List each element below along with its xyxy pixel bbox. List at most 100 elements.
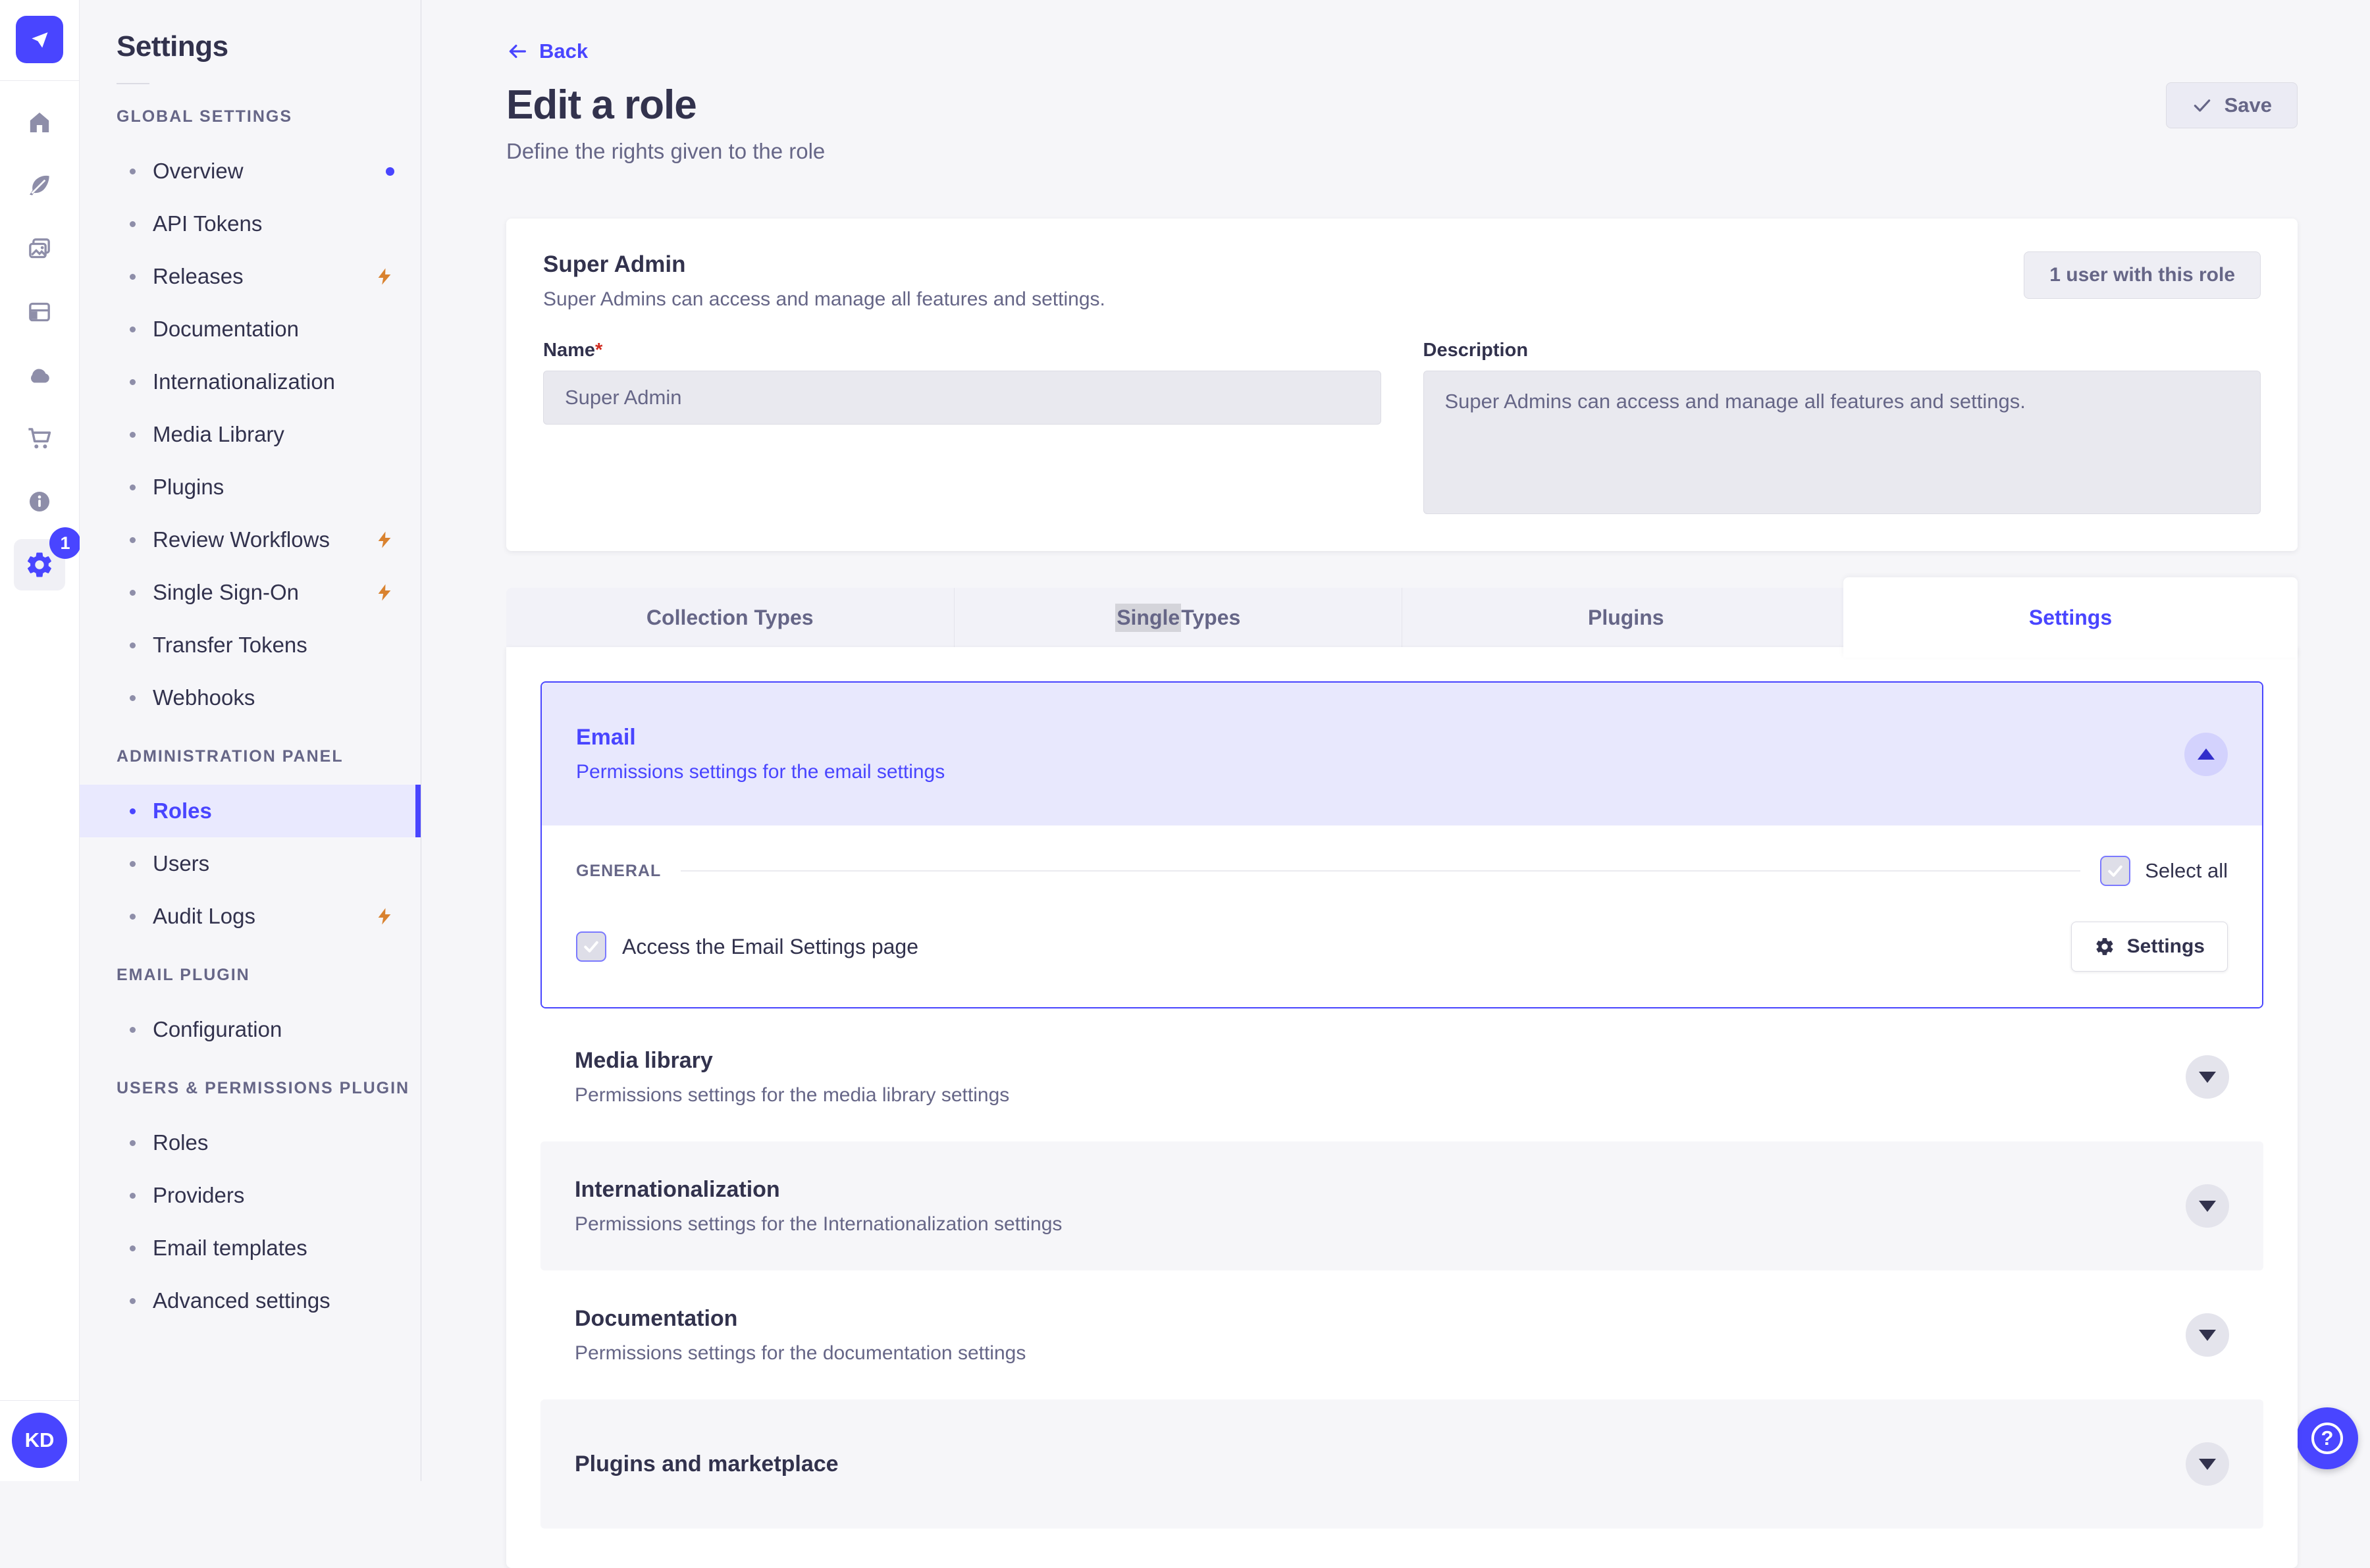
- chevron-up-icon: [2198, 748, 2215, 760]
- gear-icon: [2096, 938, 2113, 955]
- email-accordion: Email Permissions settings for the email…: [540, 681, 2263, 1008]
- accordion-title: Email: [576, 725, 636, 750]
- expand-button[interactable]: [2186, 1442, 2229, 1486]
- select-all-control: Select all: [2100, 856, 2228, 886]
- sidebar-item-internationalization[interactable]: Internationalization: [80, 355, 421, 408]
- marketplace-nav[interactable]: [26, 425, 53, 452]
- name-input[interactable]: Super Admin: [543, 371, 1381, 425]
- home-icon: [30, 113, 49, 132]
- name-field-label: Name*: [543, 340, 603, 361]
- users-with-role-button[interactable]: 1 user with this role: [2024, 251, 2261, 299]
- bullet-icon: [130, 808, 136, 814]
- expand-button[interactable]: [2186, 1184, 2229, 1228]
- chevron-down-icon: [2199, 1071, 2216, 1083]
- tab-settings[interactable]: Settings: [1843, 577, 2298, 658]
- info-icon: [30, 492, 49, 511]
- help-button[interactable]: ?: [2296, 1407, 2358, 1469]
- sidebar-title-divider: [117, 83, 149, 84]
- content-type-builder-nav[interactable]: [26, 298, 53, 326]
- email-settings-button[interactable]: Settings: [2070, 922, 2228, 972]
- tab-collection-types[interactable]: Collection Types: [506, 588, 955, 647]
- role-description-text: Super Admins can access and manage all f…: [543, 288, 1105, 310]
- expand-button[interactable]: [2186, 1313, 2229, 1357]
- general-section-label: GENERAL: [576, 861, 662, 880]
- user-avatar[interactable]: KD: [12, 1413, 67, 1468]
- sidebar-item-overview[interactable]: Overview: [80, 145, 421, 197]
- strapi-logo-icon: [32, 32, 48, 48]
- sidebar-item-single-sign-on[interactable]: Single Sign-On: [80, 566, 421, 619]
- collapse-button[interactable]: [2184, 732, 2228, 776]
- sidebar-item-releases[interactable]: Releases: [80, 250, 421, 303]
- section-divider: [681, 870, 2081, 872]
- strapi-logo[interactable]: [16, 16, 63, 63]
- page-subtitle: Define the rights given to the role: [506, 139, 826, 163]
- sidebar-item-audit-logs[interactable]: Audit Logs: [80, 890, 421, 943]
- rail-divider: [0, 1400, 80, 1401]
- bullet-icon: [130, 536, 136, 543]
- notification-badge: 1: [49, 527, 81, 559]
- save-button[interactable]: Save: [2165, 82, 2298, 128]
- section-heading-global-settings: GLOBAL SETTINGS: [117, 107, 293, 126]
- sidebar-item-configuration[interactable]: Configuration: [80, 1003, 421, 1056]
- rail-divider: [0, 80, 80, 81]
- sidebar-item-email-templates[interactable]: Email templates: [80, 1222, 421, 1274]
- info-nav[interactable]: [26, 488, 53, 515]
- permission-checkbox[interactable]: [576, 931, 606, 962]
- content-type-builder-icon: [29, 302, 50, 322]
- role-info-card: Super Admin Super Admins can access and …: [506, 219, 2298, 551]
- sidebar-item-up-roles[interactable]: Roles: [80, 1116, 421, 1169]
- sidebar-item-documentation[interactable]: Documentation: [80, 303, 421, 355]
- section-heading-users-permissions-plugin: USERS & PERMISSIONS PLUGIN: [117, 1078, 410, 1097]
- bullet-icon: [130, 1245, 136, 1251]
- flash-icon: [378, 584, 391, 601]
- cloud-icon: [30, 369, 49, 383]
- description-field-label: Description: [1423, 340, 1529, 361]
- check-icon: [2108, 865, 2122, 877]
- email-accordion-header[interactable]: Email Permissions settings for the email…: [542, 683, 2262, 825]
- bullet-icon: [130, 431, 136, 438]
- permission-label: Access the Email Settings page: [622, 934, 919, 958]
- back-arrow-icon: [509, 44, 526, 59]
- chevron-down-icon: [2199, 1458, 2216, 1470]
- tab-single-types[interactable]: Single Types: [955, 588, 1402, 647]
- sidebar-item-providers[interactable]: Providers: [80, 1169, 421, 1222]
- plugins-marketplace-accordion[interactable]: Plugins and marketplace: [540, 1399, 2263, 1529]
- select-all-label: Select all: [2145, 859, 2228, 882]
- bullet-icon: [130, 642, 136, 648]
- bullet-icon: [130, 326, 136, 332]
- cloud-nav[interactable]: [26, 361, 53, 389]
- description-textarea[interactable]: Super Admins can access and manage all f…: [1423, 371, 2261, 514]
- tab-plugins[interactable]: Plugins: [1402, 588, 1850, 647]
- sidebar-item-webhooks[interactable]: Webhooks: [80, 671, 421, 724]
- sidebar-item-users[interactable]: Users: [80, 837, 421, 890]
- notification-dot-icon: [386, 167, 394, 176]
- media-library-nav[interactable]: [26, 235, 53, 263]
- content-manager-nav[interactable]: [26, 172, 53, 199]
- sidebar-item-api-tokens[interactable]: API Tokens: [80, 197, 421, 250]
- sidebar-item-plugins[interactable]: Plugins: [80, 461, 421, 513]
- marketplace-icon: [28, 428, 51, 449]
- settings-sidebar: Settings GLOBAL SETTINGS Overview API To…: [80, 0, 421, 1481]
- expand-button[interactable]: [2186, 1055, 2229, 1099]
- bullet-icon: [130, 860, 136, 867]
- home-nav[interactable]: [26, 109, 53, 136]
- internationalization-accordion[interactable]: Internationalization Permissions setting…: [540, 1141, 2263, 1270]
- settings-nav[interactable]: 1: [14, 527, 81, 590]
- settings-icon: [27, 552, 51, 577]
- permissions-tabs: Collection Types Single Types Plugins Se…: [506, 577, 2298, 658]
- flash-icon: [378, 268, 391, 285]
- back-link[interactable]: Back: [506, 39, 588, 63]
- select-all-checkbox[interactable]: [2100, 856, 2131, 886]
- documentation-accordion[interactable]: Documentation Permissions settings for t…: [540, 1270, 2263, 1399]
- sidebar-item-review-workflows[interactable]: Review Workflows: [80, 513, 421, 566]
- bullet-icon: [130, 379, 136, 385]
- check-icon: [2194, 99, 2210, 112]
- bullet-icon: [130, 1192, 136, 1199]
- sidebar-item-media-library[interactable]: Media Library: [80, 408, 421, 461]
- sidebar-item-advanced-settings[interactable]: Advanced settings: [80, 1274, 421, 1327]
- sidebar-item-roles[interactable]: Roles: [80, 785, 421, 837]
- flash-icon: [378, 908, 391, 925]
- page-title: Edit a role: [506, 82, 697, 128]
- media-library-accordion[interactable]: Media library Permissions settings for t…: [540, 1012, 2263, 1141]
- sidebar-item-transfer-tokens[interactable]: Transfer Tokens: [80, 619, 421, 671]
